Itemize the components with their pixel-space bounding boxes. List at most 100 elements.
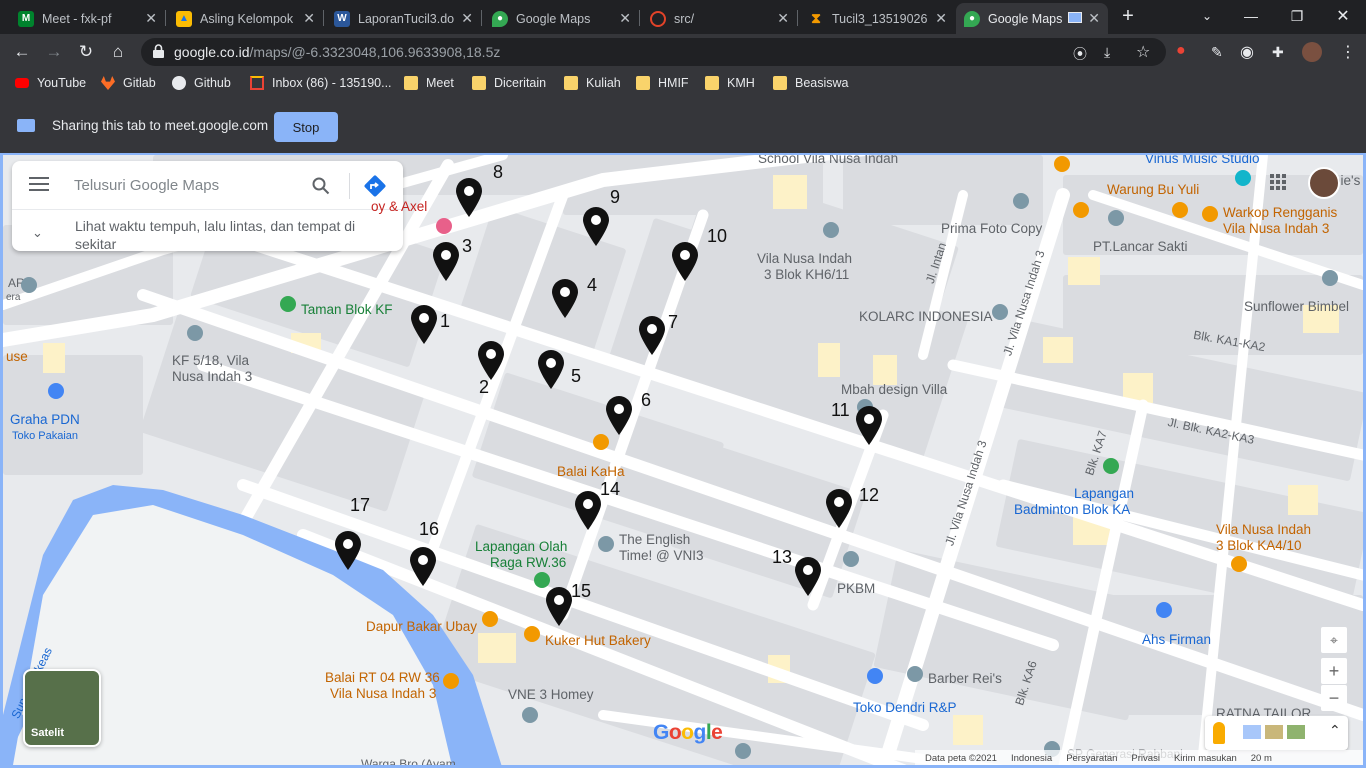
route-marker-pin-icon[interactable] <box>581 206 611 246</box>
bookmark-folder-hmif[interactable]: HMIF <box>636 76 689 90</box>
route-marker-pin-icon[interactable] <box>824 488 854 528</box>
route-marker-label: 1 <box>440 311 451 331</box>
forward-icon[interactable]: → <box>41 40 67 64</box>
my-location-button[interactable]: ⌖ <box>1321 627 1347 653</box>
expand-up-icon[interactable]: ⌃ <box>1329 722 1341 739</box>
extension-circle-icon[interactable]: ◉ <box>1240 42 1254 62</box>
zoom-out-button[interactable]: − <box>1321 685 1347 711</box>
route-marker-pin-icon[interactable] <box>408 546 438 586</box>
route-marker-pin-icon[interactable] <box>793 556 823 596</box>
apps-grid-icon[interactable] <box>1268 172 1288 192</box>
tab-gitlab-src[interactable]: src/ ✕ <box>642 3 797 34</box>
route-marker-label: 14 <box>600 479 621 499</box>
feedback-link[interactable]: Kirim masukan <box>1174 753 1237 764</box>
route-marker-pin-icon[interactable] <box>550 278 580 318</box>
region-link[interactable]: Indonesia <box>1011 753 1052 764</box>
satellite-toggle[interactable]: Satelit <box>23 669 101 747</box>
route-marker-pin-icon[interactable] <box>573 490 603 530</box>
close-icon[interactable]: ✕ <box>461 10 473 27</box>
location-icon[interactable]: ⦿ <box>1073 44 1087 64</box>
tab-sharing-icon <box>1068 12 1082 23</box>
layer-traffic-thumb[interactable] <box>1287 725 1305 739</box>
route-marker-label: 12 <box>859 485 880 505</box>
profile-avatar[interactable] <box>1302 42 1322 62</box>
reload-icon[interactable]: ↻ <box>73 40 99 64</box>
close-icon[interactable]: ✕ <box>303 10 315 27</box>
close-icon[interactable]: ✕ <box>1088 10 1100 27</box>
bookmark-label: Kuliah <box>586 76 621 90</box>
stop-sharing-button[interactable]: Stop <box>274 112 338 142</box>
home-icon[interactable]: ⌂ <box>105 40 131 64</box>
menu-kebab-icon[interactable]: ⋮ <box>1340 42 1356 62</box>
layer-terrain-thumb[interactable] <box>1265 725 1283 739</box>
maps-icon: ● <box>964 10 980 27</box>
layer-transit-thumb[interactable] <box>1243 725 1261 739</box>
bookmark-star-icon[interactable]: ☆ <box>1136 42 1150 62</box>
tab-divider <box>323 10 324 26</box>
route-marker-label: 11 <box>831 400 850 420</box>
route-marker-pin-icon[interactable] <box>476 340 506 380</box>
tab-drive[interactable]: ▲ Asling Kelompok ✕ <box>168 3 323 34</box>
route-marker-pin-icon[interactable] <box>854 405 884 445</box>
close-window-button[interactable]: ✕ <box>1320 0 1366 32</box>
account-avatar[interactable] <box>1308 167 1340 199</box>
bookmark-gmail[interactable]: Inbox (86) - 135190... <box>250 76 392 90</box>
bookmark-youtube[interactable]: YouTube <box>15 76 86 90</box>
close-icon[interactable]: ✕ <box>145 10 157 27</box>
bookmark-folder-meet[interactable]: Meet <box>404 76 454 90</box>
map-canvas[interactable]: ⌄ Lihat waktu tempuh, lalu lintas, dan t… <box>0 153 1366 768</box>
bookmark-folder-beasiswa[interactable]: Beasiswa <box>773 76 849 90</box>
route-marker-pin-icon[interactable] <box>454 177 484 217</box>
bookmark-folder-diceritain[interactable]: Diceritain <box>472 76 546 90</box>
restore-button[interactable]: ❐ <box>1274 0 1320 32</box>
new-tab-button[interactable]: + <box>1108 0 1148 32</box>
route-marker-label: 6 <box>641 390 652 410</box>
route-marker-pin-icon[interactable] <box>333 530 363 570</box>
zoom-in-button[interactable]: + <box>1321 658 1347 684</box>
minimize-button[interactable]: — <box>1228 0 1274 32</box>
bookmark-folder-kmh[interactable]: KMH <box>705 76 755 90</box>
extension-pen-icon[interactable]: ✎ <box>1211 44 1223 61</box>
route-marker-label: 17 <box>350 495 371 515</box>
close-icon[interactable]: ✕ <box>619 10 631 27</box>
tab-divider <box>481 10 482 26</box>
tab-title: Google Maps <box>516 11 591 26</box>
tab-word[interactable]: W LaporanTucil3.do ✕ <box>326 3 481 34</box>
route-marker-pin-icon[interactable] <box>604 395 634 435</box>
route-marker-pin-icon[interactable] <box>544 586 574 626</box>
layers-panel[interactable]: ⌃ <box>1205 716 1348 750</box>
route-marker-pin-icon[interactable] <box>409 304 439 344</box>
address-bar[interactable]: google.co.id/maps/@-6.3323048,106.963390… <box>141 38 1166 66</box>
map-data-credit: Data peta ©2021 <box>925 752 997 764</box>
close-icon[interactable]: ✕ <box>935 10 947 27</box>
tab-tucil3[interactable]: ⧗ Tucil3_13519026 ✕ <box>800 3 955 34</box>
bookmark-label: Github <box>194 76 231 90</box>
route-marker-label: 2 <box>479 377 490 397</box>
scale-label: 20 m <box>1250 752 1272 764</box>
extension-red-icon[interactable]: ● <box>1176 42 1186 60</box>
bookmark-label: HMIF <box>658 76 689 90</box>
tab-maps-1[interactable]: ● Google Maps ✕ <box>484 3 639 34</box>
bookmark-folder-kuliah[interactable]: Kuliah <box>564 76 621 90</box>
close-icon[interactable]: ✕ <box>777 10 789 27</box>
tab-maps-active[interactable]: ● Google Maps ✕ <box>956 3 1108 34</box>
tab-meet[interactable]: M Meet - fxk-pf ✕ <box>10 3 165 34</box>
bookmark-gitlab[interactable]: Gitlab <box>101 76 156 90</box>
hotel-pin-icon <box>436 218 452 234</box>
route-marker-pin-icon[interactable] <box>670 241 700 281</box>
tab-title: Google Maps <box>988 11 1063 26</box>
pegman-icon[interactable] <box>1213 722 1225 744</box>
back-icon[interactable]: ← <box>9 40 35 64</box>
extensions-puzzle-icon[interactable]: ✚ <box>1272 44 1284 61</box>
tab-search-icon[interactable]: ⌄ <box>1184 0 1230 32</box>
privacy-link[interactable]: Privasi <box>1131 753 1160 764</box>
install-icon[interactable]: ⤓ <box>1104 44 1110 61</box>
folder-icon <box>564 76 578 90</box>
terms-link[interactable]: Persyaratan <box>1066 753 1117 764</box>
route-marker-pin-icon[interactable] <box>431 241 461 281</box>
bookmark-github[interactable]: Github <box>172 76 231 90</box>
drive-icon: ▲ <box>176 10 192 27</box>
route-marker-pin-icon[interactable] <box>637 315 667 355</box>
route-marker-pin-icon[interactable] <box>536 349 566 389</box>
screen-share-icon <box>17 119 35 132</box>
